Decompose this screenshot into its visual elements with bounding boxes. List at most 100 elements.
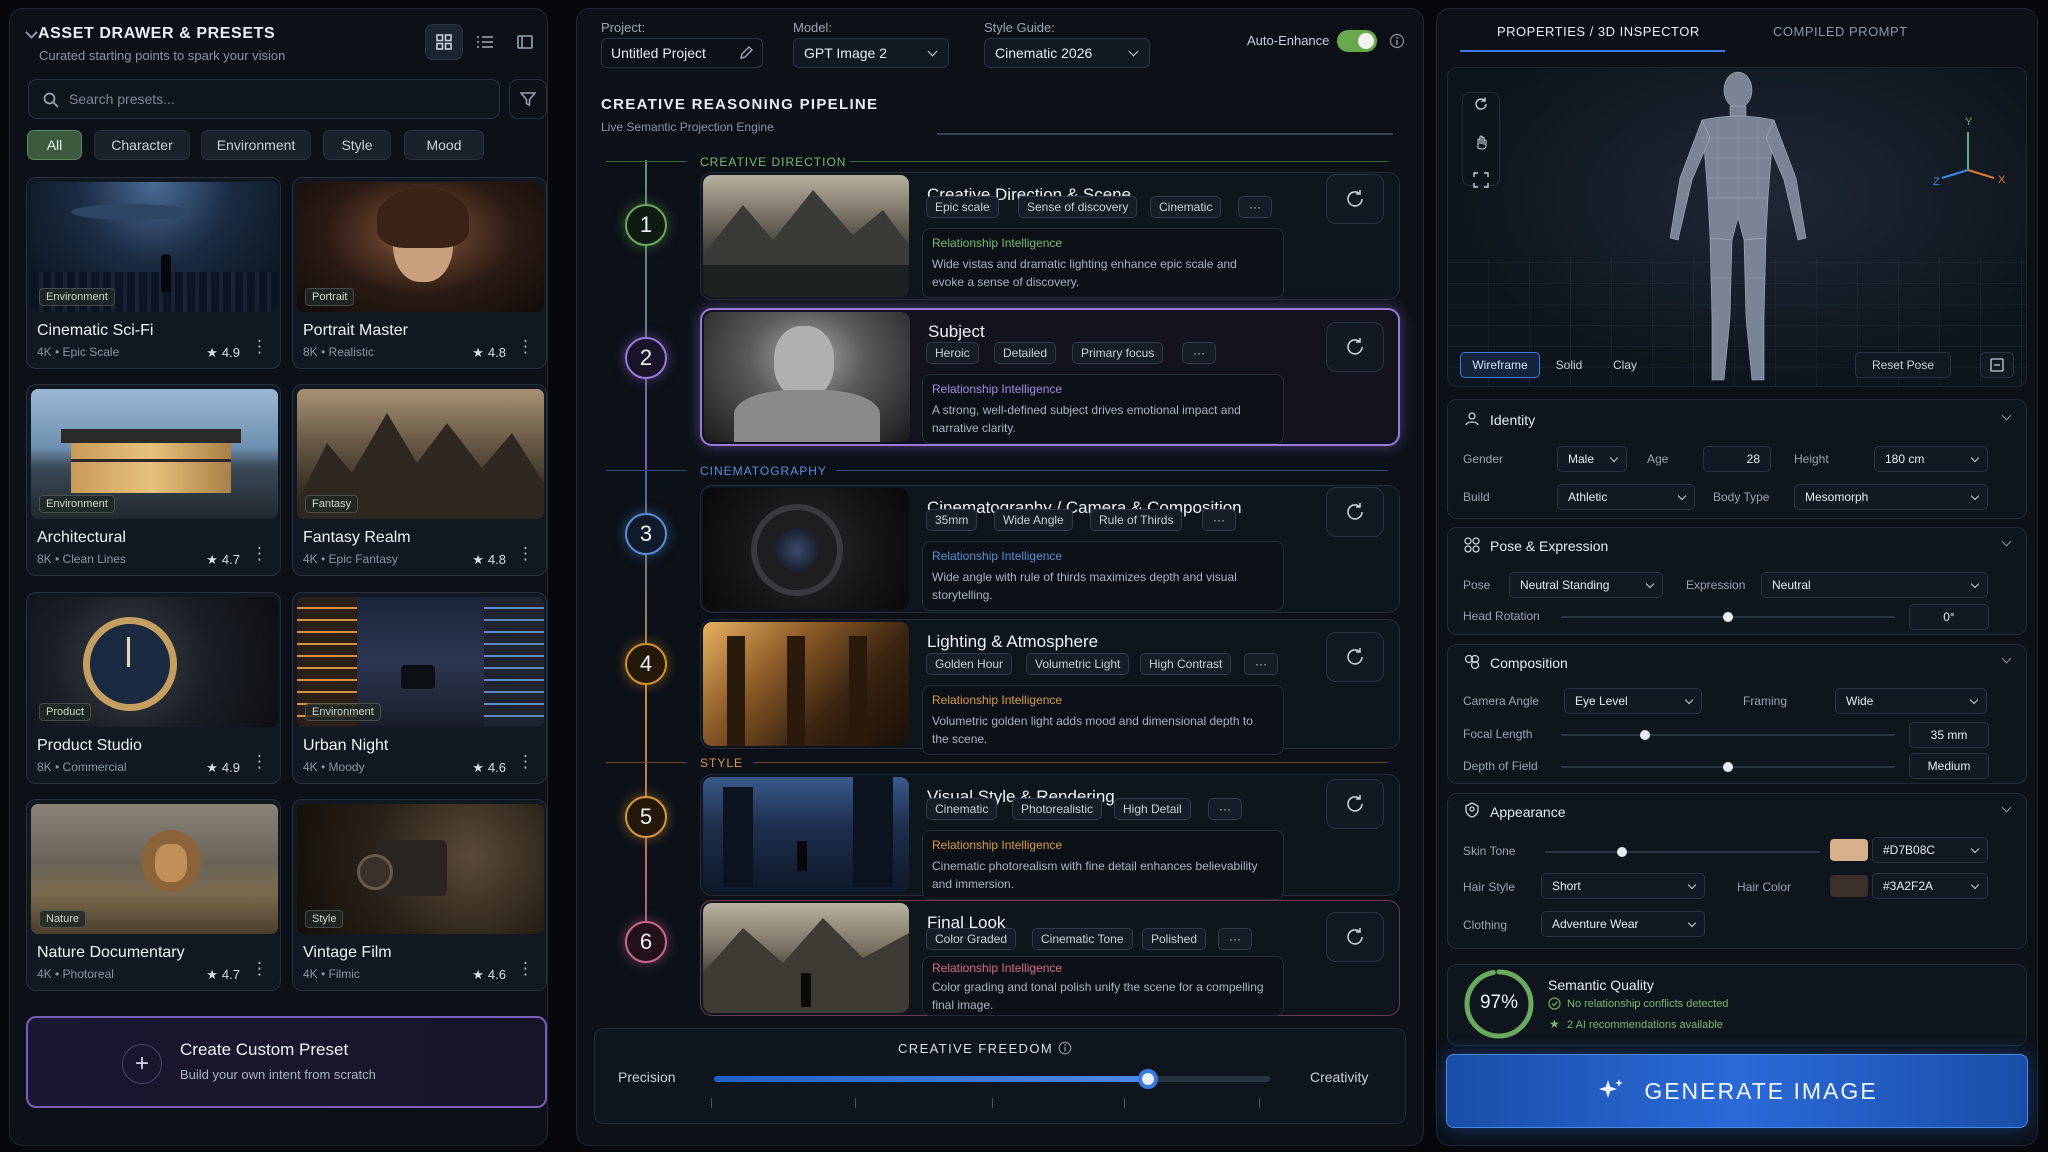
regenerate-button[interactable] [1326, 779, 1384, 829]
more-tags-button[interactable]: ··· [1202, 509, 1236, 531]
more-tags-button[interactable]: ··· [1218, 928, 1252, 950]
filter-chip-mood[interactable]: Mood [404, 130, 484, 160]
preset-card[interactable]: Nature Nature Documentary 4K • Photoreal… [26, 799, 281, 991]
preset-card[interactable]: Environment Architectural 8K • Clean Lin… [26, 384, 281, 576]
model-select[interactable]: GPT Image 2 [793, 38, 949, 68]
search-input[interactable]: Search presets... [28, 79, 500, 119]
framing-select[interactable]: Wide [1835, 688, 1987, 714]
slider-handle[interactable] [1639, 730, 1650, 740]
gender-select[interactable]: Male [1557, 446, 1627, 472]
regenerate-button[interactable] [1326, 912, 1384, 962]
3d-viewport[interactable]: Y X Z [1447, 67, 2027, 387]
more-menu-icon[interactable]: ⋮ [517, 545, 534, 562]
more-menu-icon[interactable]: ⋮ [517, 338, 534, 355]
create-custom-preset-button[interactable]: + Create Custom Preset Build your own in… [26, 1016, 547, 1108]
tag-chip[interactable]: High Detail [1114, 798, 1191, 820]
hair-color-swatch[interactable] [1830, 875, 1868, 897]
head-rotation-value[interactable]: 0° [1909, 604, 1989, 630]
more-tags-button[interactable]: ··· [1244, 653, 1278, 675]
tag-chip[interactable]: Heroic [926, 342, 979, 364]
tag-chip[interactable]: Golden Hour [926, 653, 1013, 675]
focal-length-value[interactable]: 35 mm [1909, 722, 1989, 748]
generate-image-button[interactable]: GENERATE IMAGE [1446, 1054, 2028, 1128]
preset-card[interactable]: Environment Cinematic Sci-Fi 4K • Epic S… [26, 177, 281, 369]
tag-chip[interactable]: Photorealistic [1012, 798, 1103, 820]
camera-angle-select[interactable]: Eye Level [1564, 688, 1702, 714]
more-menu-icon[interactable]: ⋮ [251, 753, 268, 770]
age-field[interactable]: 28 [1703, 446, 1771, 472]
more-tags-button[interactable]: ··· [1182, 342, 1216, 364]
skin-tone-slider[interactable] [1545, 847, 1820, 857]
skin-tone-swatch[interactable] [1830, 839, 1868, 861]
preset-card[interactable]: Environment Urban Night 4K • Moody ★ 4.6 … [292, 592, 547, 784]
more-menu-icon[interactable]: ⋮ [251, 545, 268, 562]
step-node-3[interactable]: 3 [625, 513, 667, 555]
preset-card[interactable]: Style Vintage Film 4K • Filmic ★ 4.6 ⋮ [292, 799, 547, 991]
slider-handle[interactable] [1723, 762, 1733, 772]
head-rotation-slider[interactable] [1561, 612, 1895, 622]
tag-chip[interactable]: Cinematic Tone [1032, 928, 1133, 950]
slider-handle[interactable] [1137, 1069, 1158, 1089]
pose-select[interactable]: Neutral Standing [1509, 572, 1663, 598]
step-node-1[interactable]: 1 [625, 204, 667, 246]
view-mode-wireframe[interactable]: Wireframe [1460, 352, 1540, 378]
view-mode-solid[interactable]: Solid [1542, 352, 1596, 378]
style-guide-select[interactable]: Cinematic 2026 [984, 38, 1150, 68]
regenerate-button[interactable] [1326, 632, 1384, 682]
view-mode-clay[interactable]: Clay [1598, 352, 1652, 378]
tab-properties[interactable]: PROPERTIES / 3D INSPECTOR [1497, 24, 1700, 39]
step-node-4[interactable]: 4 [625, 643, 667, 685]
clothing-select[interactable]: Adventure Wear [1541, 911, 1705, 937]
tag-chip[interactable]: Color Graded [926, 928, 1017, 950]
step-node-6[interactable]: 6 [625, 921, 667, 963]
tag-chip[interactable]: Primary focus [1072, 342, 1164, 364]
regenerate-button[interactable] [1326, 487, 1384, 537]
tag-chip[interactable]: Sense of discovery [1018, 196, 1138, 218]
preset-card[interactable]: Fantasy Fantasy Realm 4K • Epic Fantasy … [292, 384, 547, 576]
more-menu-icon[interactable]: ⋮ [251, 960, 268, 977]
panel-view-button[interactable] [506, 24, 544, 60]
step-node-5[interactable]: 5 [625, 796, 667, 838]
filter-chip-environment[interactable]: Environment [201, 130, 311, 160]
tag-chip[interactable]: Volumetric Light [1026, 653, 1130, 675]
tag-chip[interactable]: Wide Angle [994, 509, 1073, 531]
tag-chip[interactable]: High Contrast [1140, 653, 1232, 675]
slider-handle[interactable] [1617, 847, 1627, 857]
filter-button[interactable] [509, 79, 547, 119]
tag-chip[interactable]: Cinematic [1150, 196, 1222, 218]
pan-hand-icon[interactable] [1473, 134, 1489, 150]
tag-chip[interactable]: 35mm [926, 509, 978, 531]
hair-style-select[interactable]: Short [1541, 873, 1705, 899]
more-tags-button[interactable]: ··· [1238, 196, 1272, 218]
tag-chip[interactable]: Polished [1142, 928, 1207, 950]
regenerate-button[interactable] [1326, 174, 1384, 224]
expression-select[interactable]: Neutral [1761, 572, 1988, 598]
tab-compiled-prompt[interactable]: COMPILED PROMPT [1773, 24, 1908, 39]
grid-view-button[interactable] [425, 24, 463, 60]
build-select[interactable]: Athletic [1557, 484, 1695, 510]
tag-chip[interactable]: Epic scale [926, 196, 999, 218]
slider-handle[interactable] [1723, 612, 1733, 622]
dof-value[interactable]: Medium [1909, 753, 1989, 779]
more-menu-icon[interactable]: ⋮ [517, 960, 534, 977]
filter-chip-character[interactable]: Character [94, 130, 190, 160]
more-menu-icon[interactable]: ⋮ [251, 338, 268, 355]
filter-chip-style[interactable]: Style [323, 130, 391, 160]
focal-length-slider[interactable] [1561, 730, 1895, 740]
step-node-2[interactable]: 2 [625, 337, 667, 379]
body-type-select[interactable]: Mesomorph [1794, 484, 1988, 510]
more-menu-icon[interactable]: ⋮ [517, 753, 534, 770]
regenerate-button[interactable] [1326, 322, 1384, 372]
height-select[interactable]: 180 cm [1874, 446, 1988, 472]
reset-pose-button[interactable]: Reset Pose [1855, 352, 1951, 378]
preset-card[interactable]: Product Product Studio 8K • Commercial ★… [26, 592, 281, 784]
info-icon[interactable] [1058, 1041, 1072, 1055]
fullscreen-icon[interactable] [1473, 172, 1489, 188]
preset-card[interactable]: Portrait Portrait Master 8K • Realistic … [292, 177, 547, 369]
expand-viewport-button[interactable] [1980, 352, 2014, 378]
tag-chip[interactable]: Rule of Thirds [1090, 509, 1183, 531]
dof-slider[interactable] [1561, 762, 1895, 772]
hair-color-hex[interactable]: #3A2F2A [1872, 873, 1988, 899]
creative-freedom-slider[interactable] [714, 1069, 1270, 1089]
auto-enhance-toggle[interactable] [1337, 30, 1377, 52]
